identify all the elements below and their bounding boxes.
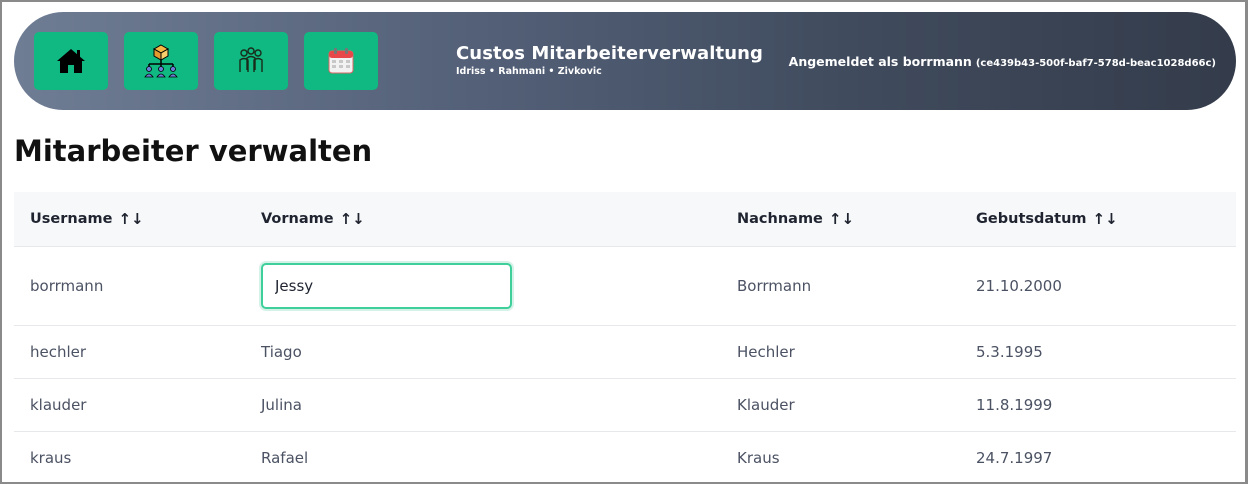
cell-vorname xyxy=(245,246,721,326)
login-label: Angemeldet als borrmann xyxy=(788,54,972,69)
column-label: Vorname xyxy=(261,210,334,227)
cell-geburtsdatum: 24.7.1997 xyxy=(960,431,1236,484)
employees-icon xyxy=(236,46,266,76)
table-row[interactable]: borrmann Borrmann 21.10.2000 xyxy=(14,246,1236,326)
cell-nachname: Hechler xyxy=(721,325,960,379)
top-navigation-bar: Custos Mitarbeiterverwaltung Idriss • Ra… xyxy=(14,12,1236,110)
table-row[interactable]: kraus Rafael Kraus 24.7.1997 xyxy=(14,431,1236,484)
column-label: Nachname xyxy=(737,210,823,227)
cell-username: kraus xyxy=(14,431,245,484)
page-title: Mitarbeiter verwalten xyxy=(14,134,373,168)
cell-nachname: Borrmann xyxy=(721,246,960,326)
organization-button[interactable] xyxy=(124,32,198,90)
app-title: Custos Mitarbeiterverwaltung xyxy=(456,43,764,64)
column-header-nachname[interactable]: Nachname ↑↓ xyxy=(721,192,960,246)
employees-button[interactable] xyxy=(214,32,288,90)
sort-icon[interactable]: ↑↓ xyxy=(829,210,854,228)
cell-geburtsdatum: 11.8.1999 xyxy=(960,378,1236,432)
cell-vorname[interactable]: Tiago xyxy=(245,325,721,379)
cell-username: hechler xyxy=(14,325,245,379)
column-header-username[interactable]: Username ↑↓ xyxy=(14,192,245,246)
sort-icon[interactable]: ↑↓ xyxy=(340,210,365,228)
column-label: Gebutsdatum xyxy=(976,210,1087,227)
employees-table: Username ↑↓ Vorname ↑↓ Nachname ↑↓ Gebutsda… xyxy=(14,192,1236,484)
login-user-id: (ce439b43-500f-baf7-578d-beac1028d66c) xyxy=(975,58,1216,69)
home-icon xyxy=(56,47,86,75)
login-status: Angemeldet als borrmann (ce439b43-500f-ba… xyxy=(789,54,1216,69)
cell-vorname[interactable]: Julina xyxy=(245,378,721,432)
table-header-row: Username ↑↓ Vorname ↑↓ Nachname ↑↓ Gebutsda… xyxy=(14,192,1236,246)
cell-username: klauder xyxy=(14,378,245,432)
app-brand: Custos Mitarbeiterverwaltung Idriss • Ra… xyxy=(456,43,763,77)
cell-geburtsdatum: 21.10.2000 xyxy=(960,246,1236,326)
column-header-geburtsdatum[interactable]: Gebutsdatum ↑↓ xyxy=(960,192,1236,246)
table-row[interactable]: klauder Julina Klauder 11.8.1999 xyxy=(14,378,1236,432)
home-button[interactable] xyxy=(34,32,108,90)
vorname-edit-input[interactable] xyxy=(261,262,512,309)
cell-username: borrmann xyxy=(14,246,245,326)
app-subtitle: Idriss • Rahmani • Zivkovic xyxy=(456,66,602,77)
column-header-vorname[interactable]: Vorname ↑↓ xyxy=(245,192,721,246)
cell-vorname[interactable]: Rafael xyxy=(245,431,721,484)
cell-geburtsdatum: 5.3.1995 xyxy=(960,325,1236,379)
sort-icon[interactable]: ↑↓ xyxy=(1093,210,1118,228)
calendar-button[interactable] xyxy=(304,32,378,90)
cell-nachname: Klauder xyxy=(721,378,960,432)
organization-icon xyxy=(143,43,179,79)
column-label: Username xyxy=(30,210,113,227)
cell-nachname: Kraus xyxy=(721,431,960,484)
table-row[interactable]: hechler Tiago Hechler 5.3.1995 xyxy=(14,325,1236,379)
sort-icon[interactable]: ↑↓ xyxy=(118,210,143,228)
calendar-icon xyxy=(327,47,355,75)
